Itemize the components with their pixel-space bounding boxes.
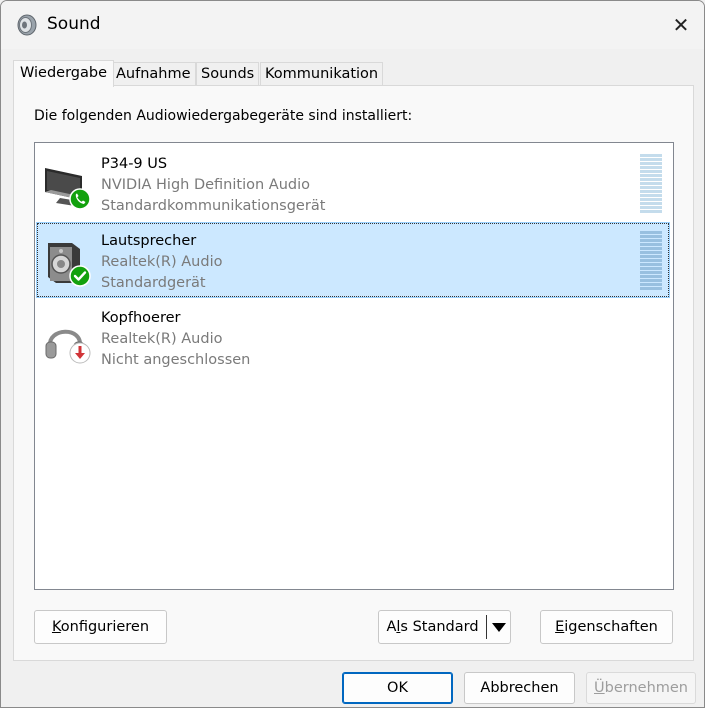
tab-aufnahme[interactable]: Aufnahme <box>111 62 196 86</box>
device-status: Standardkommunikationsgerät <box>101 198 326 214</box>
device-text: Kopfhoerer Realtek(R) Audio Nicht angesc… <box>101 308 250 371</box>
device-name: Kopfhoerer <box>101 310 181 326</box>
device-driver: NVIDIA High Definition Audio <box>101 177 310 193</box>
list-item-lautsprecher[interactable]: Lautsprecher Realtek(R) Audio Standardge… <box>36 222 670 298</box>
playback-panel: Die folgenden Audiowiedergabegeräte sind… <box>13 85 694 661</box>
device-name: P34-9 US <box>101 156 168 172</box>
properties-button[interactable]: Eigenschaften <box>540 610 673 644</box>
device-text: Lautsprecher Realtek(R) Audio Standardge… <box>101 231 222 294</box>
close-icon: ✕ <box>672 13 690 37</box>
speaker-app-icon <box>17 14 37 36</box>
device-text: P34-9 US NVIDIA High Definition Audio St… <box>101 154 325 217</box>
device-status: Standardgerät <box>101 275 206 291</box>
volume-meter <box>640 154 662 213</box>
tab-sounds[interactable]: Sounds <box>196 62 260 86</box>
device-status: Nicht angeschlossen <box>101 352 251 368</box>
check-badge-icon <box>69 265 91 287</box>
device-driver: Realtek(R) Audio <box>101 331 223 347</box>
list-item-p34-9-us[interactable]: P34-9 US NVIDIA High Definition Audio St… <box>36 145 670 221</box>
device-list[interactable]: P34-9 US NVIDIA High Definition Audio St… <box>34 142 674 590</box>
chevron-down-icon <box>492 622 506 632</box>
close-button[interactable]: ✕ <box>658 1 704 49</box>
sound-dialog: Sound ✕ Wiedergabe Aufnahme Sounds Kommu… <box>0 0 705 708</box>
title-bar[interactable]: Sound ✕ <box>1 1 704 49</box>
set-default-split-button: Als Standard <box>378 610 511 644</box>
ok-button[interactable]: OK <box>342 672 453 704</box>
tab-wiedergabe[interactable]: Wiedergabe <box>13 60 115 87</box>
set-default-dropdown[interactable] <box>487 611 511 643</box>
list-item-kopfhoerer[interactable]: Kopfhoerer Realtek(R) Audio Nicht angesc… <box>36 299 670 375</box>
apply-button[interactable]: Übernehmen <box>586 672 696 704</box>
tab-kommunikation[interactable]: Kommunikation <box>260 62 384 86</box>
panel-description: Die folgenden Audiowiedergabegeräte sind… <box>34 108 413 124</box>
device-name: Lautsprecher <box>101 233 197 249</box>
configure-button[interactable]: Konfigurieren <box>34 610 167 644</box>
window-title: Sound <box>47 14 101 34</box>
cancel-button[interactable]: Abbrechen <box>464 672 575 704</box>
set-default-button[interactable]: Als Standard <box>379 611 486 643</box>
phone-badge-icon <box>69 188 91 210</box>
device-driver: Realtek(R) Audio <box>101 254 223 270</box>
volume-meter <box>640 231 662 290</box>
unplugged-badge-icon <box>69 342 91 364</box>
